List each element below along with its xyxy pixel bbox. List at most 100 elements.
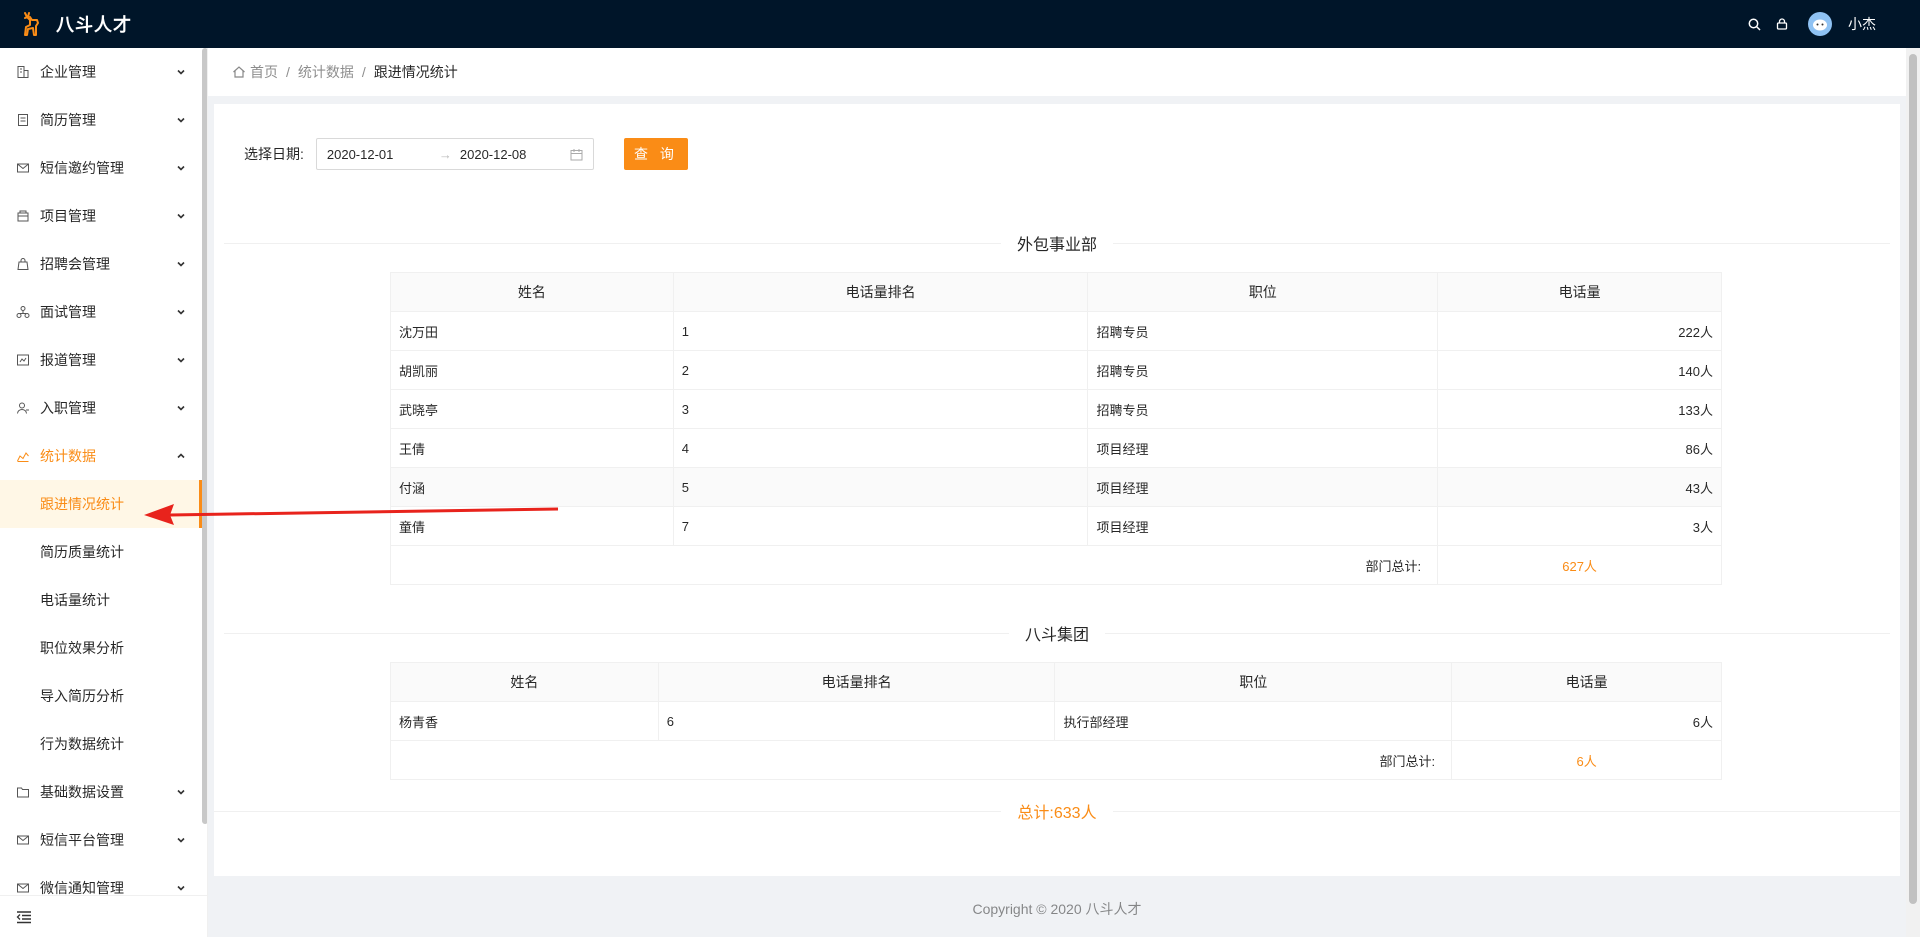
breadcrumb-separator: /: [361, 64, 366, 80]
cell-call-volume: 222人: [1437, 311, 1722, 351]
sidebar-subitem-label: 行为数据统计: [40, 736, 124, 752]
sidebar-item-sms-platform[interactable]: 短信平台管理: [0, 816, 207, 864]
column-header: 电话量: [1451, 662, 1722, 702]
table-row: 付涵 5 项目经理 43人: [390, 467, 1722, 507]
lock-icon[interactable]: [1774, 16, 1790, 32]
copyright-footer: Copyright © 2020 八斗人才: [972, 901, 1142, 917]
header-actions: 小杰: [1746, 0, 1876, 48]
chevron-down-icon: [177, 117, 185, 123]
sidebar-item-resume[interactable]: 简历管理: [0, 96, 207, 144]
end-date-input[interactable]: 2020-12-08: [460, 147, 568, 162]
arrow-right-icon: →: [438, 146, 452, 162]
sidebar-item-project[interactable]: 项目管理: [0, 192, 207, 240]
table-row: 童倩 7 项目经理 3人: [390, 506, 1722, 546]
chevron-down-icon: [177, 213, 185, 219]
calendar-icon[interactable]: [570, 148, 583, 161]
sidebar-item-label: 基础数据设置: [40, 784, 124, 800]
chevron-down-icon: [177, 357, 185, 363]
cell-name: 王倩: [390, 428, 674, 468]
date-filter-label: 选择日期:: [244, 146, 304, 162]
sidebar-item-label: 入职管理: [40, 400, 96, 416]
column-header: 电话量: [1437, 272, 1722, 312]
column-header: 职位: [1054, 662, 1453, 702]
cell-name: 武晓亭: [390, 389, 674, 429]
column-header: 姓名: [390, 662, 659, 702]
chevron-down-icon: [177, 309, 185, 315]
main-area: 首页 / 统计数据 / 跟进情况统计 选择日期: 2020-12-01 → 20…: [208, 48, 1906, 937]
chevron-up-icon: [177, 453, 185, 459]
sidebar-subitem-label: 导入简历分析: [40, 688, 124, 704]
sidebar-collapse-bar: [0, 895, 207, 937]
sidebar-subitem-resume-quality-stats[interactable]: 简历质量统计: [0, 528, 207, 576]
table-header-row: 姓名 电话量排名 职位 电话量: [390, 662, 1722, 702]
sidebar-item-wechat-notify[interactable]: 微信通知管理: [0, 864, 207, 895]
date-filter: 选择日期: 2020-12-01 → 2020-12-08 查 询: [244, 138, 688, 170]
cell-position: 招聘专员: [1087, 389, 1439, 429]
deer-logo-icon: [24, 12, 39, 36]
content-card: 选择日期: 2020-12-01 → 2020-12-08 查 询 外包事业部 …: [214, 104, 1900, 876]
sidebar-item-label: 招聘会管理: [40, 256, 110, 272]
cell-position: 招聘专员: [1087, 350, 1439, 390]
sidebar-item-label: 短信平台管理: [40, 832, 124, 848]
page-scrollbar[interactable]: [1906, 48, 1920, 937]
department-divider: 外包事业部: [224, 232, 1891, 254]
cell-rank: 4: [672, 428, 1089, 468]
sidebar-subitem-label: 跟进情况统计: [40, 496, 124, 512]
cell-rank: 2: [672, 350, 1089, 390]
query-button[interactable]: 查 询: [623, 138, 688, 170]
cell-rank: 3: [672, 389, 1089, 429]
sidebar-subitem-label: 简历质量统计: [40, 544, 124, 560]
page-scrollbar-thumb[interactable]: [1909, 54, 1917, 904]
report-icon: [16, 353, 30, 367]
sidebar-item-job-fair[interactable]: 招聘会管理: [0, 240, 207, 288]
start-date-input[interactable]: 2020-12-01: [327, 147, 435, 162]
menu-fold-icon[interactable]: [16, 910, 32, 924]
cell-call-volume: 140人: [1437, 350, 1722, 390]
column-header: 姓名: [390, 272, 674, 312]
sidebar-subitem-behavior-stats[interactable]: 行为数据统计: [0, 720, 207, 768]
breadcrumb-home[interactable]: 首页: [232, 62, 278, 82]
cell-rank: 5: [672, 467, 1089, 507]
avatar[interactable]: [1808, 12, 1832, 36]
sidebar-item-onboarding[interactable]: 入职管理: [0, 384, 207, 432]
breadcrumb-section[interactable]: 统计数据: [298, 62, 354, 82]
department-table: 姓名 电话量排名 职位 电话量 沈万田 1 招聘专员 222人 胡凯丽 2 招聘…: [389, 272, 1722, 585]
sidebar-item-sms-invite[interactable]: 短信邀约管理: [0, 144, 207, 192]
cell-position: 执行部经理: [1054, 701, 1453, 741]
chevron-down-icon: [177, 261, 185, 267]
sidebar-item-statistics[interactable]: 统计数据: [0, 432, 207, 480]
sidebar-item-enterprise[interactable]: 企业管理: [0, 48, 207, 96]
cell-position: 项目经理: [1087, 467, 1439, 507]
table-row: 沈万田 1 招聘专员 222人: [390, 311, 1722, 351]
column-header: 电话量排名: [672, 272, 1089, 312]
chevron-down-icon: [177, 885, 185, 891]
sidebar-subitem-call-volume-stats[interactable]: 电话量统计: [0, 576, 207, 624]
home-icon: [233, 66, 245, 78]
sidebar-item-interview[interactable]: 面试管理: [0, 288, 207, 336]
cell-call-volume: 43人: [1437, 467, 1722, 507]
app-logo[interactable]: 八斗人才: [0, 0, 132, 48]
user-icon: [16, 401, 30, 415]
sidebar-subitem-import-resume-analysis[interactable]: 导入简历分析: [0, 672, 207, 720]
department-total-value: 627人: [1437, 545, 1722, 585]
chart-icon: [16, 449, 30, 463]
date-range-picker[interactable]: 2020-12-01 → 2020-12-08: [315, 138, 594, 170]
department-title: 外包事业部: [1017, 237, 1098, 254]
chevron-down-icon: [177, 165, 185, 171]
project-icon: [16, 209, 30, 223]
sidebar-item-report[interactable]: 报道管理: [0, 336, 207, 384]
grand-total-text: 总计:633人: [1017, 805, 1097, 822]
folder-icon: [16, 785, 30, 799]
cell-name: 沈万田: [390, 311, 674, 351]
chevron-down-icon: [177, 405, 185, 411]
cell-position: 项目经理: [1087, 428, 1439, 468]
search-icon[interactable]: [1746, 16, 1762, 32]
user-name[interactable]: 小杰: [1848, 14, 1876, 34]
grand-total: 总计:633人: [214, 800, 1900, 822]
sidebar-item-basic-data[interactable]: 基础数据设置: [0, 768, 207, 816]
sidebar-item-label: 短信邀约管理: [40, 160, 124, 176]
chevron-down-icon: [177, 837, 185, 843]
department-total-label: 部门总计:: [389, 545, 1439, 585]
mail-icon: [16, 833, 30, 847]
sidebar-subitem-position-effect[interactable]: 职位效果分析: [0, 624, 207, 672]
